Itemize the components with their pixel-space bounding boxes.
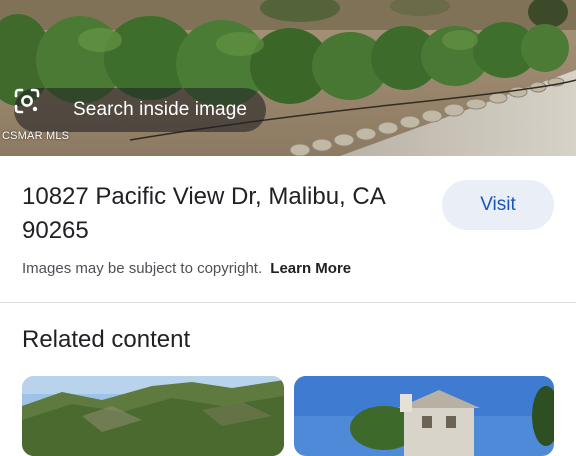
copyright-notice: Images may be subject to copyright. Lear… <box>22 260 351 277</box>
related-thumbnail-mountain <box>22 376 284 456</box>
visit-button[interactable]: Visit <box>442 180 554 230</box>
image-preview[interactable]: Search inside image CSMAR MLS <box>0 0 576 156</box>
image-credit: CSMAR MLS <box>2 130 70 142</box>
section-divider <box>0 302 576 303</box>
learn-more-link[interactable]: Learn More <box>270 260 351 277</box>
result-info-panel: 10827 Pacific View Dr, Malibu, CA 90265 … <box>0 156 576 302</box>
related-card-house[interactable] <box>294 376 554 456</box>
related-thumbnail-house <box>294 376 554 456</box>
search-inside-image-label: Search inside image <box>73 99 248 120</box>
result-title[interactable]: 10827 Pacific View Dr, Malibu, CA 90265 <box>22 180 432 248</box>
property-photo <box>0 0 576 156</box>
google-lens-icon <box>14 88 52 123</box>
related-content-heading: Related content <box>22 326 191 353</box>
search-inside-image-button[interactable]: Search inside image <box>14 88 266 132</box>
copyright-text: Images may be subject to copyright. <box>22 260 263 277</box>
related-card-mountain[interactable] <box>22 376 284 456</box>
